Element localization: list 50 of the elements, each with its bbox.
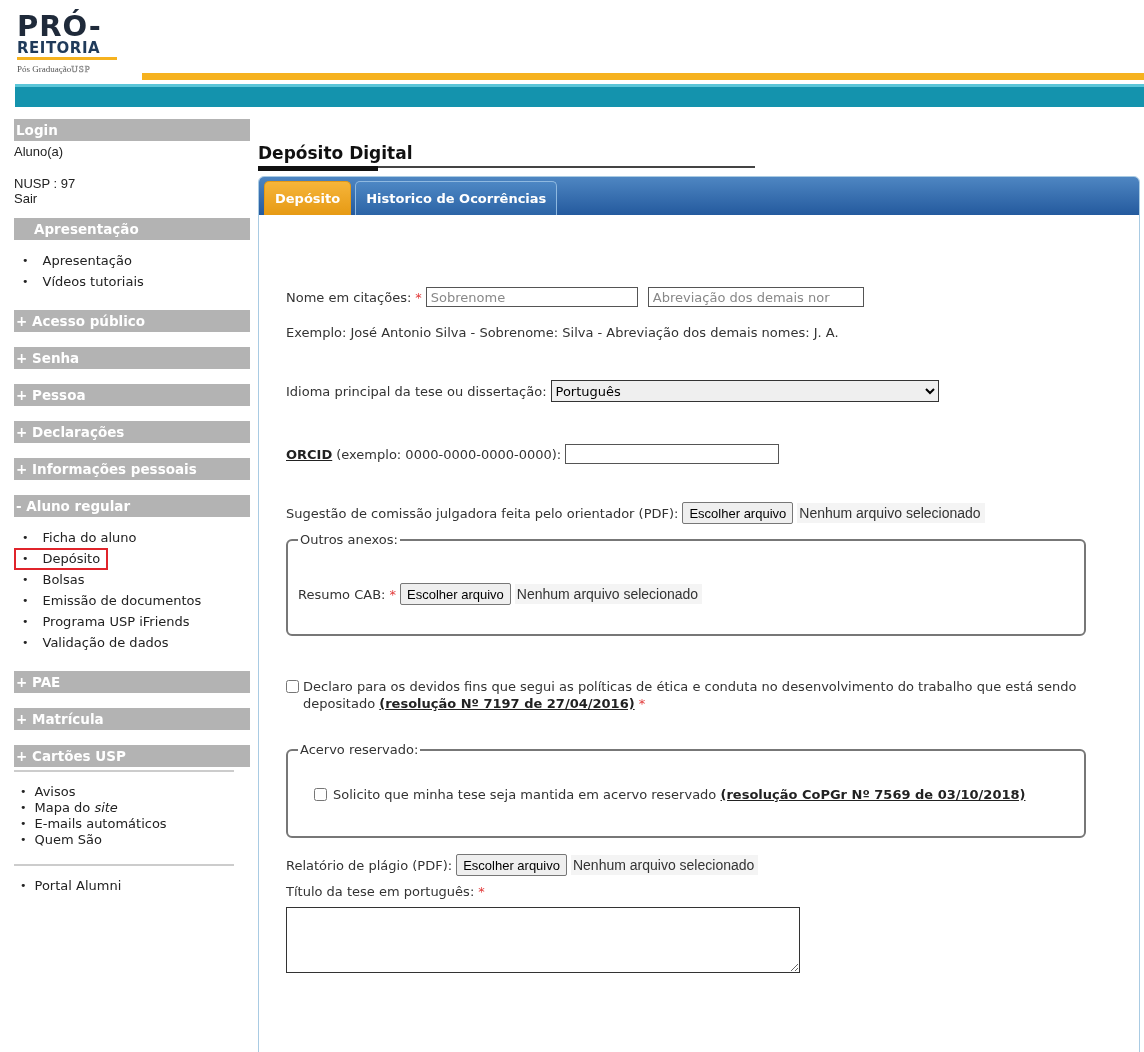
group-legend: Outros anexos: [298,532,400,547]
thesis-title-label: Título da tese em português: [286,884,475,899]
tab[interactable]: Historico de Ocorrências [355,181,558,215]
menu-link[interactable]: • Mapa do site [14,800,118,816]
ethics-statement: Declaro para os devidos fins que segui as políticas de ética e conduta no desenvolvimento do trabalho que está sendo depositado (resolução Nº 7197 de 27/04/2016) * [303,678,1078,712]
reserved-checkbox[interactable] [314,788,327,801]
menu-item[interactable]: • Validação de dados [14,632,177,654]
citation-label: Nome em citações: [286,289,412,305]
surname-field[interactable]: Sobrenome [425,287,638,307]
language-select[interactable]: Português [550,380,939,402]
initials-field[interactable]: Abreviação dos demais nor [647,287,864,307]
menu-item[interactable]: • Emissão de documentos [14,590,210,612]
abstract-file-label: Resumo CAB: [298,586,386,602]
menu-item[interactable]: • Ficha do aluno [14,527,145,549]
ethics-checkbox[interactable] [286,680,299,693]
orcid-link[interactable]: ORCID [286,446,333,462]
section-header: Login [14,119,250,141]
reserved-statement: Solicito que minha tese seja mantida em acervo reservado (resolução CoPGr Nº 7569 de 03/10/2018) [333,787,1026,802]
menu-item[interactable]: • Programa USP iFriends [14,611,198,633]
plagiarism-file-label: Relatório de plágio (PDF): [286,857,453,873]
required-mark: * [478,884,485,899]
nusp-text: NUSP : 97 [14,176,77,191]
file-status: Nenhum arquivo selecionado [514,584,703,604]
menu-link[interactable]: • Portal Alumni [14,878,122,894]
group-legend: Acervo reservado: [298,742,421,757]
menu-item[interactable]: • Bolsas [14,569,93,591]
choose-file-button[interactable]: Escolher arquivo [400,583,511,605]
choose-file-button[interactable]: Escolher arquivo [682,502,794,524]
menu-link[interactable]: • Quem São [14,832,102,848]
language-label: Idioma principal da tese ou dissertação: [286,383,547,399]
thesis-title-field[interactable] [286,907,800,973]
menu-item[interactable]: • Vídeos tutoriais [14,271,152,293]
menu-item[interactable]: • Apresentação [14,250,140,272]
file-status: Nenhum arquivo selecionado [797,503,985,523]
required-mark: * [389,586,396,602]
file-status: Nenhum arquivo selecionado [570,855,759,875]
page-title: Depósito Digital [258,143,414,163]
example-text: Exemplo: José Antonio Silva - Sobrenome: Silva - Abreviação dos demais nomes: J. A. [286,325,840,340]
resolution-link[interactable]: (resolução Nº 7197 de 27/04/2016) [379,696,635,711]
resolution-link[interactable]: (resolução CoPGr Nº 7569 de 03/10/2018) [720,787,1026,802]
orcid-field[interactable] [565,444,780,464]
menu-item[interactable]: • Depósito [14,548,109,570]
menu-link[interactable]: • Avisos [14,784,76,800]
committee-file-label: Sugestão de comissão julgadora feita pelo orientador (PDF): [286,505,679,521]
role-text: Aluno(a) [14,144,65,159]
orcid-hint: (exemplo: 0000-0000-0000-0000): [336,446,562,462]
logout-link[interactable]: Sair [14,191,250,206]
required-mark: * [415,289,422,305]
choose-file-button[interactable]: Escolher arquivo [456,854,567,876]
menu-link[interactable]: • E-mails automáticos [14,816,167,832]
